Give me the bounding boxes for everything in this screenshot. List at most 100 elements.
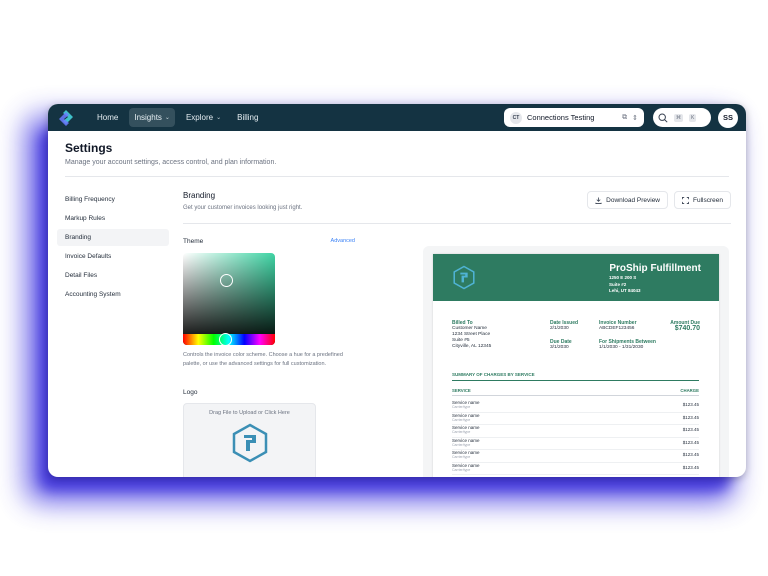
service-cell: Service name Carrier/type — [452, 438, 480, 450]
summary-heading: SUMMARY OF CHARGES BY SERVICE — [452, 372, 699, 381]
page-title: Settings — [65, 141, 113, 155]
invoice-page: ProShip Fulfillment 1250 E 200 S Suite #… — [433, 254, 719, 477]
sidebar-item-detail-files[interactable]: Detail Files — [57, 267, 169, 284]
download-preview-label: Download Preview — [606, 196, 661, 204]
page-header: Settings Manage your account settings, a… — [48, 131, 746, 166]
company-logo-icon — [232, 423, 268, 463]
charge-amount: $123.45 — [682, 402, 699, 407]
sidebar-item-markup-rules[interactable]: Markup Rules — [57, 210, 169, 227]
sidebar-item-billing-frequency[interactable]: Billing Frequency — [57, 191, 169, 208]
app-logo-icon[interactable] — [56, 108, 76, 128]
settings-sidebar: Billing Frequency Markup Rules Branding … — [57, 191, 169, 305]
service-subtext: Carrier/type — [452, 442, 471, 447]
user-avatar[interactable]: SS — [718, 107, 738, 128]
nav-item-explore[interactable]: Explore ⌄ — [181, 108, 226, 127]
due-date-value: 3/1/2030 — [550, 345, 569, 350]
org-badge: CT — [510, 111, 522, 124]
service-cell: Service name Carrier/type — [452, 400, 480, 412]
charges-table-header: SERVICE CHARGE — [452, 388, 699, 396]
nav-billing-label: Billing — [237, 113, 259, 122]
invoice-header: ProShip Fulfillment 1250 E 200 S Suite #… — [433, 254, 719, 301]
fullscreen-button[interactable]: Fullscreen — [674, 191, 731, 209]
fullscreen-icon — [682, 196, 689, 204]
picker-help-text: Controls the invoice color scheme. Choos… — [183, 352, 343, 367]
charge-amount: $123.45 — [682, 427, 699, 432]
download-preview-button[interactable]: Download Preview — [587, 191, 669, 209]
copy-icon[interactable]: ⧉ — [622, 114, 627, 122]
nav-insights-label: Insights — [134, 113, 162, 122]
shipments-range: 1/1/2030 - 1/31/2030 — [599, 345, 644, 350]
theme-row: Theme Advanced — [183, 238, 355, 245]
kbd-k: K — [689, 113, 697, 122]
color-picker[interactable] — [183, 253, 275, 345]
amount-due-value: $740.70 — [674, 325, 700, 332]
charge-amount: $123.45 — [682, 414, 699, 420]
table-row: Service name Carrier/type $123.45 — [452, 400, 699, 413]
chevron-updown-icon: ⇕ — [632, 114, 638, 122]
sidebar-item-invoice-defaults[interactable]: Invoice Defaults — [57, 248, 169, 265]
table-row: Service name Carrier/type $123.45 — [452, 413, 699, 425]
upload-text: Drag File to Upload or Click Here — [209, 410, 290, 416]
service-cell: Service name Carrier/type — [452, 463, 480, 475]
hue-thumb[interactable] — [219, 333, 232, 345]
invoice-preview: ProShip Fulfillment 1250 E 200 S Suite #… — [423, 246, 729, 477]
table-row: Service name Carrier/type $123.45 — [452, 438, 699, 450]
search-button[interactable]: ⌘ K — [653, 108, 711, 127]
billed-to-block: Billed To Customer Name 1234 Street Plac… — [452, 320, 491, 350]
section-divider — [183, 223, 731, 224]
theme-label: Theme — [183, 238, 204, 245]
page-subtitle: Manage your account settings, access con… — [65, 159, 277, 166]
saturation-thumb[interactable] — [220, 274, 233, 287]
dates-block: Date Issued 2/1/2030 Due Date 3/1/2030 — [550, 320, 578, 351]
table-row: Service name Carrier/type $123.45 — [452, 425, 699, 438]
charge-amount: $123.45 — [682, 439, 699, 445]
charge-amount: $123.45 — [682, 464, 699, 470]
download-icon — [595, 196, 602, 204]
service-subtext: Carrier/type — [452, 417, 471, 422]
invoice-company-name: ProShip Fulfillment — [609, 263, 701, 274]
chevron-down-icon: ⌄ — [216, 115, 222, 121]
sidebar-item-accounting-system[interactable]: Accounting System — [57, 286, 169, 303]
branding-panel: Branding Get your customer invoices look… — [183, 191, 731, 477]
invoice-number-block: Invoice Number ABCDEF123456 For Shipment… — [599, 320, 656, 351]
kbd-cmd: ⌘ — [674, 113, 683, 122]
service-name: Service name — [452, 462, 480, 468]
table-row: Service name Carrier/type $123.45 — [452, 463, 699, 475]
advanced-link[interactable]: Advanced — [331, 238, 355, 245]
nav-item-billing[interactable]: Billing — [232, 108, 263, 127]
service-name: Service name — [452, 412, 480, 418]
fullscreen-label: Fullscreen — [693, 196, 723, 204]
app-window: Home Insights ⌄ Explore ⌄ Billing CT Conne… — [48, 104, 746, 477]
nav-item-insights[interactable]: Insights ⌄ — [129, 108, 175, 127]
invoice-company-address: 1250 E 200 S Suite #2 Lehi, UT 84043 — [609, 275, 641, 295]
address-line: 1250 E 200 S — [609, 275, 637, 280]
billed-to-line: Cityville, AL 12345 — [452, 344, 492, 349]
service-cell: Service name Carrier/type — [452, 450, 480, 462]
nav-explore-label: Explore — [185, 113, 214, 122]
chevron-down-icon: ⌄ — [164, 115, 170, 121]
service-cell: Service name Carrier/type — [452, 413, 480, 425]
amount-due-block: Amount Due $740.70 — [670, 320, 700, 332]
service-name: Service name — [452, 437, 480, 443]
org-switcher[interactable]: CT Connections Testing ⧉ ⇕ — [504, 108, 644, 127]
preview-actions: Download Preview Fullscreen — [587, 191, 731, 209]
company-logo-icon — [453, 265, 475, 290]
charges-table: Service name Carrier/type $123.45 Service n… — [452, 400, 699, 475]
service-subtext: Carrier/type — [452, 430, 471, 434]
nav-home-label: Home — [97, 113, 119, 122]
sidebar-item-branding[interactable]: Branding — [57, 229, 169, 246]
org-name: Connections Testing — [527, 113, 595, 122]
charge-amount: $123.45 — [682, 452, 699, 457]
logo-upload-dropzone[interactable]: Drag File to Upload or Click Here — [183, 403, 316, 477]
col-charge: CHARGE — [680, 388, 699, 393]
service-subtext: Carrier/type — [452, 405, 471, 409]
top-nav: Home Insights ⌄ Explore ⌄ Billing CT Conne… — [48, 104, 746, 131]
search-icon — [658, 112, 668, 123]
header-divider — [65, 176, 729, 177]
col-service: SERVICE — [452, 388, 471, 393]
service-cell: Service name Carrier/type — [452, 425, 480, 437]
table-row: Service name Carrier/type $123.45 — [452, 450, 699, 463]
address-line: Lehi, UT 84043 — [609, 288, 641, 293]
nav-item-home[interactable]: Home — [92, 108, 123, 127]
service-subtext: Carrier/type — [452, 467, 471, 472]
